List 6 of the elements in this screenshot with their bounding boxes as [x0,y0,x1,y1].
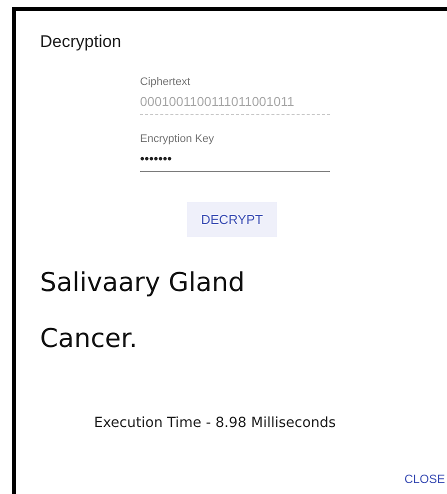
dialog-title: Decryption [40,32,122,52]
result-text: Salivaary Gland Cancer. [40,267,246,356]
execution-time-text: Execution Time - 8.98 Milliseconds [94,415,336,431]
close-button[interactable]: CLOSE [402,472,447,486]
input-field[interactable]: Encryption Key ••••••• [140,133,330,172]
decrypt-button[interactable]: DECRYPT [187,202,277,237]
